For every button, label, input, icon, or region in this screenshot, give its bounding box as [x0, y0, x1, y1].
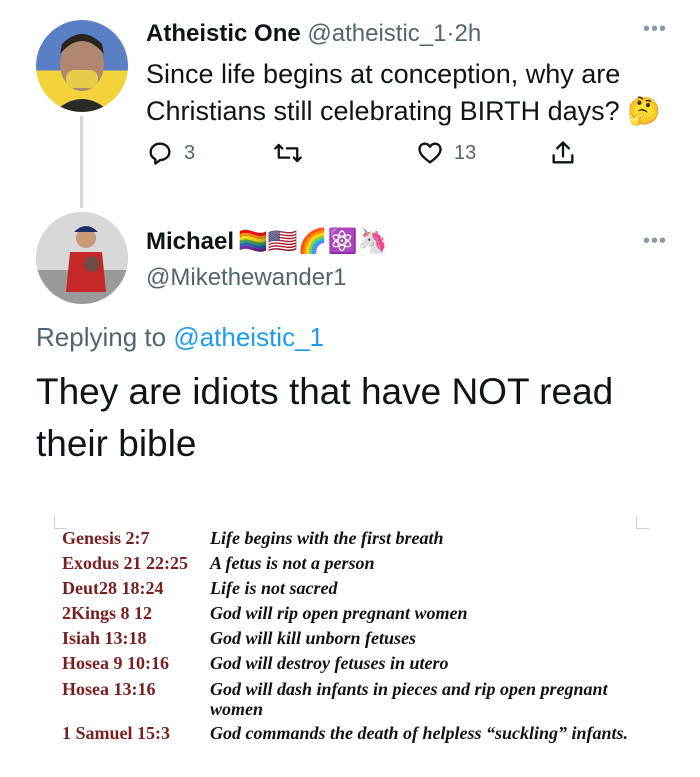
reply-author-name[interactable]: Michael	[146, 226, 234, 258]
avatar-photo	[36, 212, 128, 304]
more-icon: •••	[643, 230, 668, 252]
more-options-button[interactable]: •••	[643, 230, 667, 253]
verse-summary: God will destroy fetuses in utero	[210, 653, 449, 673]
name-emojis: 🏳️‍🌈🇺🇸🌈⚛️🦄	[238, 228, 388, 255]
retweet-button[interactable]	[273, 139, 313, 167]
verse-summary: God will kill unborn fetuses	[210, 628, 417, 648]
like-button[interactable]: 13	[416, 139, 476, 167]
crop-mark	[636, 516, 649, 529]
attached-image[interactable]: Genesis 2:7 Life begins with the first b…	[40, 508, 670, 770]
verse-reference: Isiah 13:18	[62, 628, 147, 648]
verse-summary: Life begins with the first breath	[210, 528, 444, 548]
verse-reference: 2Kings 8 12	[62, 603, 153, 623]
replying-to-line: Replying to @atheistic_1	[36, 320, 324, 354]
verse-reference: Deut28 18:24	[62, 578, 164, 598]
replying-prefix: Replying to	[36, 322, 167, 352]
tweet-text: Since life begins at conception, why are…	[146, 59, 661, 126]
verse-summary: God will rip open pregnant women	[210, 603, 468, 623]
verse-reference: Hosea 9 10:16	[62, 653, 169, 673]
verse-reference: Exodus 21 22:25	[62, 553, 189, 573]
share-icon	[552, 141, 574, 164]
verse-reference: Hosea 13:16	[62, 679, 156, 699]
verse-reference: 1 Samuel 15:3	[62, 723, 170, 743]
retweet-icon	[274, 143, 302, 163]
reply-button[interactable]: 3	[146, 139, 195, 167]
tweet-header: Atheistic One @atheistic_1·2h	[146, 18, 481, 50]
tweet-time[interactable]: 2h	[454, 20, 481, 47]
more-options-button[interactable]: •••	[643, 18, 667, 41]
verse-summary: God commands the death of helpless “suck…	[210, 723, 629, 743]
reply-author-avatar[interactable]	[36, 212, 128, 304]
avatar-photo	[54, 34, 110, 112]
verse-summary: Life is not sacred	[210, 578, 338, 598]
reply-author-handle[interactable]: @Mikethewander1	[146, 262, 346, 294]
author-handle[interactable]: @atheistic_1	[307, 20, 446, 47]
more-icon: •••	[643, 18, 668, 40]
reply-count: 3	[184, 141, 196, 164]
share-button[interactable]	[549, 139, 577, 167]
author-avatar[interactable]	[36, 20, 128, 112]
verse-summary: God will dash infants in pieces and rip …	[210, 679, 608, 719]
verse-reference: Genesis 2:7	[62, 528, 150, 548]
reply-icon	[149, 142, 171, 165]
verse-summary: A fetus is not a person	[210, 553, 375, 573]
author-name[interactable]: Atheistic One	[146, 20, 301, 47]
thread-connector	[80, 116, 83, 208]
replying-to-link[interactable]: @atheistic_1	[173, 322, 324, 352]
reply-author-name-row: Michael 🏳️‍🌈🇺🇸🌈⚛️🦄	[146, 226, 387, 258]
like-count: 13	[454, 141, 477, 164]
like-icon	[418, 142, 442, 164]
reply-text: They are idiots that have NOT read their…	[36, 371, 614, 464]
